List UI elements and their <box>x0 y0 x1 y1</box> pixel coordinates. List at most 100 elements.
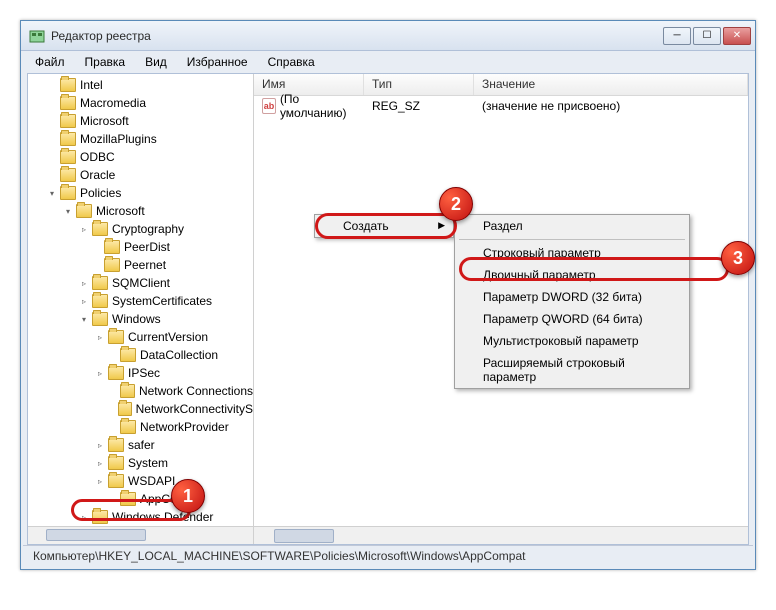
menu-view[interactable]: Вид <box>137 53 175 71</box>
expand-icon[interactable] <box>106 385 118 397</box>
tree-label: CurrentVersion <box>128 330 208 344</box>
expand-icon[interactable] <box>46 151 58 163</box>
tree-item[interactable]: Peernet <box>28 256 253 274</box>
expand-icon[interactable]: ▹ <box>94 457 106 469</box>
tree-item[interactable]: Intel <box>28 76 253 94</box>
expand-icon[interactable] <box>106 493 118 505</box>
menu-help[interactable]: Справка <box>260 53 323 71</box>
tree-pane: Intel Macromedia Microsoft MozillaPlugins OD… <box>28 74 254 544</box>
expand-icon[interactable]: ▾ <box>78 313 90 325</box>
expand-icon[interactable] <box>90 259 102 271</box>
tree-item[interactable]: ▹Windows Defender <box>28 508 253 526</box>
ctx-separator <box>459 239 685 240</box>
expand-icon[interactable]: ▾ <box>62 205 74 217</box>
tree-item[interactable]: ▹ WSDAPI <box>28 472 253 490</box>
tree-item[interactable]: ▾ Windows <box>28 310 253 328</box>
tree-label: Intel <box>80 78 103 92</box>
tree-item[interactable]: AppCompat <box>28 490 253 508</box>
tree-label: NetworkProvider <box>140 420 229 434</box>
tree-item[interactable]: ▾Policies <box>28 184 253 202</box>
tree-label: PeerDist <box>124 240 170 254</box>
tree-label: System <box>128 456 168 470</box>
expand-icon[interactable]: ▾ <box>46 187 58 199</box>
tree-label: WSDAPI <box>128 474 175 488</box>
tree-item[interactable]: NetworkConnectivityS <box>28 400 253 418</box>
expand-icon[interactable] <box>46 169 58 181</box>
close-button[interactable]: ✕ <box>723 27 751 45</box>
list-scrollbar[interactable] <box>254 526 748 544</box>
folder-icon <box>60 132 76 146</box>
expand-icon[interactable] <box>46 133 58 145</box>
statusbar: Компьютер\HKEY_LOCAL_MACHINE\SOFTWARE\Po… <box>23 545 753 567</box>
expand-icon[interactable] <box>46 115 58 127</box>
tree-label: Microsoft <box>80 114 129 128</box>
expand-icon[interactable]: ▹ <box>78 511 90 523</box>
folder-icon <box>60 186 76 200</box>
tree-item[interactable]: DataCollection <box>28 346 253 364</box>
tree-item[interactable]: Oracle <box>28 166 253 184</box>
tree-item[interactable]: Macromedia <box>28 94 253 112</box>
tree-label: Oracle <box>80 168 115 182</box>
expand-icon[interactable] <box>46 79 58 91</box>
tree-item[interactable]: ▹ Cryptography <box>28 220 253 238</box>
maximize-button[interactable]: ☐ <box>693 27 721 45</box>
menu-favorites[interactable]: Избранное <box>179 53 256 71</box>
tree-item[interactable]: ▹SystemCertificates <box>28 292 253 310</box>
tree-item[interactable]: MozillaPlugins <box>28 130 253 148</box>
submenu-arrow-icon: ▶ <box>438 220 445 231</box>
col-type[interactable]: Тип <box>364 74 474 95</box>
folder-icon <box>120 348 136 362</box>
expand-icon[interactable]: ▹ <box>94 439 106 451</box>
ctx-new-binary[interactable]: Двоичный параметр <box>455 264 689 286</box>
tree-label: Macromedia <box>80 96 146 110</box>
folder-icon <box>60 168 76 182</box>
tree-scrollbar[interactable] <box>28 526 253 544</box>
menu-file[interactable]: Файл <box>27 53 73 71</box>
menu-edit[interactable]: Правка <box>77 53 134 71</box>
expand-icon[interactable] <box>90 241 102 253</box>
expand-icon[interactable] <box>106 349 118 361</box>
tree-item[interactable]: Microsoft <box>28 112 253 130</box>
tree-item[interactable]: ▾Microsoft <box>28 202 253 220</box>
ctx-new-string[interactable]: Строковый параметр <box>455 242 689 264</box>
expand-icon[interactable]: ▹ <box>78 277 90 289</box>
tree-item[interactable]: Network Connections <box>28 382 253 400</box>
titlebar[interactable]: Редактор реестра ─ ☐ ✕ <box>21 21 755 51</box>
tree-label: Cryptography <box>112 222 184 236</box>
list-row[interactable]: ab (По умолчанию) REG_SZ (значение не пр… <box>254 96 748 116</box>
expand-icon[interactable] <box>106 403 116 415</box>
ctx-new-multistring[interactable]: Мультистроковый параметр <box>455 330 689 352</box>
expand-icon[interactable]: ▹ <box>78 295 90 307</box>
ctx-new-dword[interactable]: Параметр DWORD (32 бита) <box>455 286 689 308</box>
tree-item[interactable]: ▹ System <box>28 454 253 472</box>
minimize-button[interactable]: ─ <box>663 27 691 45</box>
tree-item[interactable]: PeerDist <box>28 238 253 256</box>
ctx-new-key[interactable]: Раздел <box>455 215 689 237</box>
folder-icon <box>92 294 108 308</box>
expand-icon[interactable] <box>106 421 118 433</box>
expand-icon[interactable]: ▹ <box>78 223 90 235</box>
tree-label: AppCompat <box>140 492 203 506</box>
expand-icon[interactable]: ▹ <box>94 367 106 379</box>
tree-item[interactable]: NetworkProvider <box>28 418 253 436</box>
folder-icon <box>92 222 108 236</box>
tree-item[interactable]: ▹SQMClient <box>28 274 253 292</box>
tree-item[interactable]: ▹IPSec <box>28 364 253 382</box>
expand-icon[interactable] <box>46 97 58 109</box>
tree-item[interactable]: ▹ CurrentVersion <box>28 328 253 346</box>
tree-item[interactable]: ODBC <box>28 148 253 166</box>
tree-label: NetworkConnectivityS <box>136 402 253 416</box>
registry-tree[interactable]: Intel Macromedia Microsoft MozillaPlugins OD… <box>28 74 253 526</box>
string-value-icon: ab <box>262 98 276 114</box>
ctx-new-qword[interactable]: Параметр QWORD (64 бита) <box>455 308 689 330</box>
folder-icon <box>92 312 108 326</box>
ctx-create[interactable]: Создать ▶ <box>315 215 453 237</box>
tree-label: MozillaPlugins <box>80 132 157 146</box>
tree-item[interactable]: ▹safer <box>28 436 253 454</box>
expand-icon[interactable]: ▹ <box>94 331 106 343</box>
expand-icon[interactable]: ▹ <box>94 475 106 487</box>
ctx-new-expandstring[interactable]: Расширяемый строковый параметр <box>455 352 689 388</box>
col-value[interactable]: Значение <box>474 74 748 95</box>
tree-label: Windows <box>112 312 161 326</box>
tree-label: Network Connections <box>139 384 253 398</box>
